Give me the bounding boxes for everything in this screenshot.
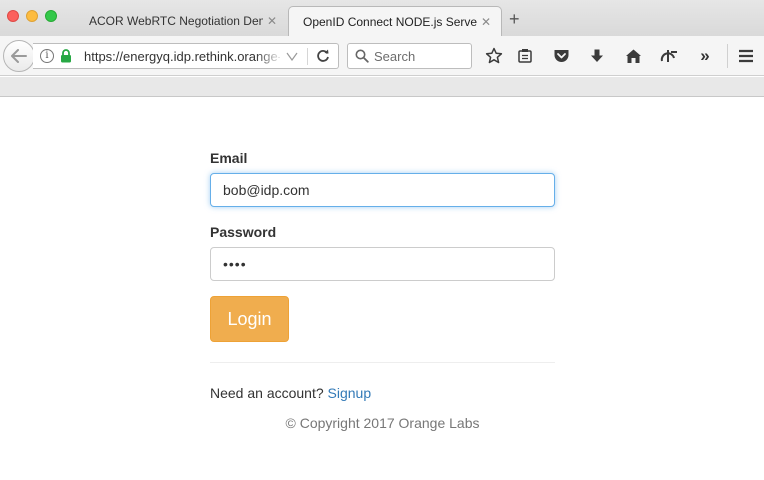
password-field[interactable] [210, 247, 555, 281]
url-bar[interactable]: i https://energyq.idp.rethink.orange-lab… [33, 43, 339, 69]
lock-icon[interactable] [60, 49, 72, 63]
webrtc-button[interactable] [659, 46, 679, 66]
toolbar-separator [727, 44, 728, 68]
hamburger-menu-icon [739, 49, 753, 63]
download-icon [591, 49, 603, 62]
signup-link[interactable]: Signup [328, 385, 372, 401]
navigation-toolbar: i https://energyq.idp.rethink.orange-lab… [0, 36, 764, 76]
menu-button[interactable] [736, 46, 756, 66]
reload-icon[interactable] [315, 48, 331, 64]
pocket-icon [554, 50, 568, 62]
url-fade [255, 46, 283, 66]
downloads-button[interactable] [587, 46, 607, 66]
window-maximize-button[interactable] [45, 10, 57, 22]
url-text[interactable]: https://energyq.idp.rethink.orange-labs.… [84, 49, 280, 64]
search-icon [355, 49, 369, 63]
bookmark-star-button[interactable] [484, 46, 504, 66]
tab-openid-connect[interactable]: OpenID Connect NODE.js Server ✕ [288, 6, 502, 36]
search-input[interactable] [374, 47, 466, 65]
signup-prompt: Need an account? Signup [210, 385, 371, 401]
dropdown-icon[interactable] [286, 52, 298, 61]
url-separator [307, 48, 308, 65]
info-icon[interactable]: i [40, 49, 54, 63]
search-bar[interactable] [347, 43, 472, 69]
tab-close-icon[interactable]: ✕ [263, 14, 281, 28]
tab-title: OpenID Connect NODE.js Server [303, 14, 477, 29]
back-arrow-icon [11, 49, 27, 63]
tab-strip: ACOR WebRTC Negotiation Demo ✕ OpenID Co… [0, 0, 764, 36]
toolbar-bottom-strip [0, 77, 764, 97]
overflow-icon[interactable]: » [695, 46, 715, 66]
back-button[interactable] [3, 40, 35, 72]
bookmark-star-icon [485, 47, 503, 64]
webrtc-icon [660, 50, 677, 62]
tab-close-icon[interactable]: ✕ [477, 15, 495, 29]
need-account-text: Need an account? [210, 385, 324, 401]
password-label: Password [210, 224, 277, 240]
tab-acor-webrtc[interactable]: ACOR WebRTC Negotiation Demo ✕ [75, 6, 287, 36]
copyright-text: © Copyright 2017 Orange Labs [285, 415, 480, 431]
email-label: Email [210, 150, 248, 166]
new-tab-button[interactable]: + [509, 10, 520, 28]
tab-title: ACOR WebRTC Negotiation Demo [89, 14, 263, 28]
home-icon [625, 49, 641, 63]
reading-list-icon [518, 49, 532, 63]
pocket-button[interactable] [551, 46, 571, 66]
login-button[interactable]: Login [210, 296, 289, 342]
page-content: Email Password Login Need an account? Si… [0, 98, 764, 480]
home-button[interactable] [623, 46, 643, 66]
email-field[interactable] [210, 173, 555, 207]
window-close-button[interactable] [7, 10, 19, 22]
divider [210, 362, 555, 363]
reading-list-button[interactable] [515, 46, 535, 66]
window-minimize-button[interactable] [26, 10, 38, 22]
